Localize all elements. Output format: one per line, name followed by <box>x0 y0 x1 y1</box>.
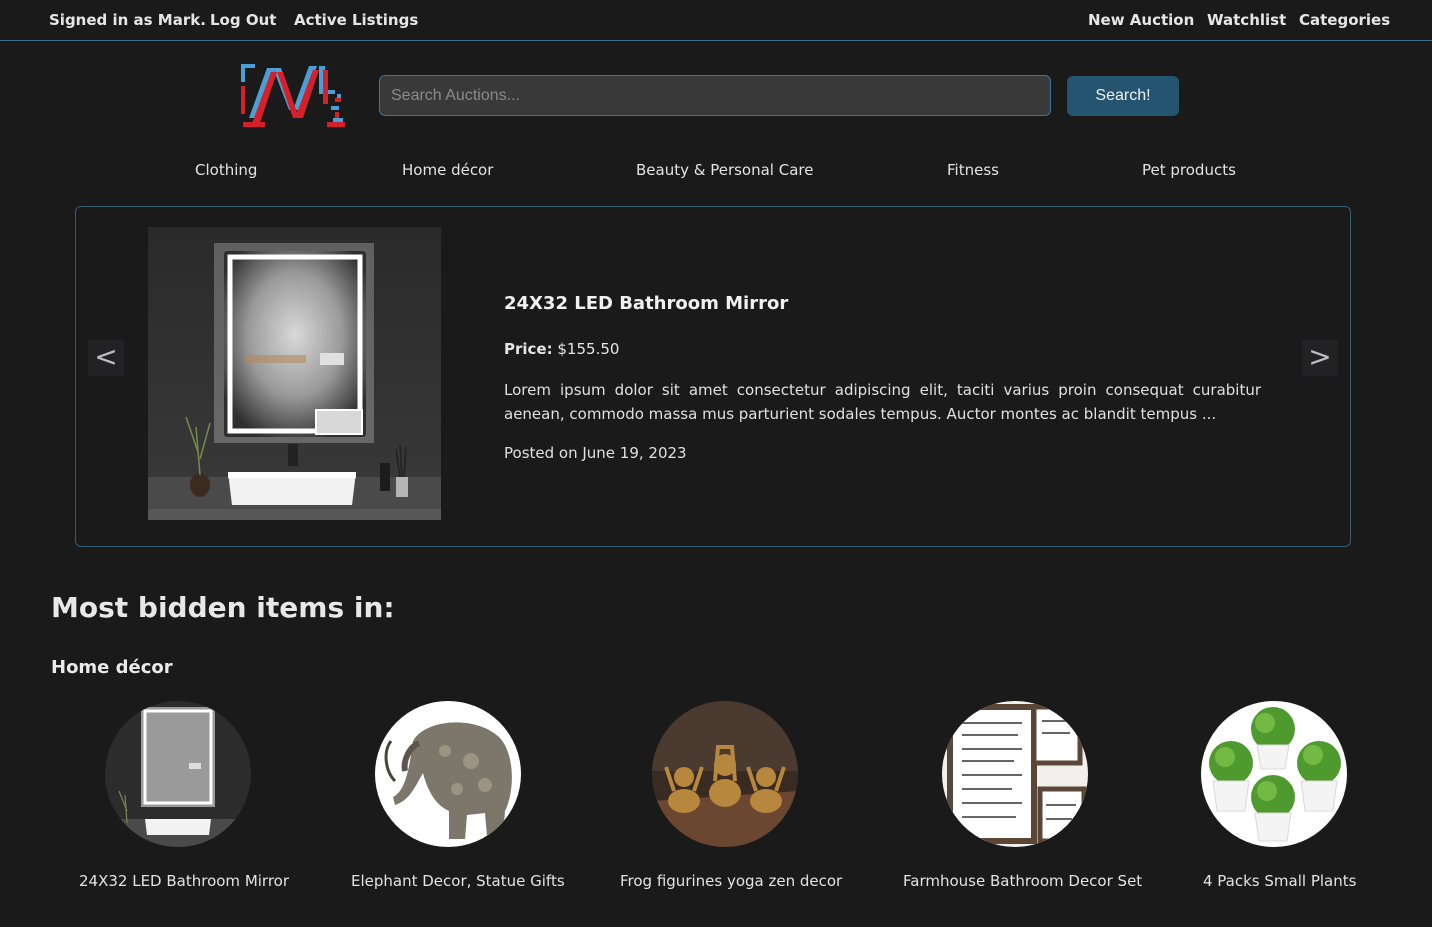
item-label[interactable]: Elephant Decor, Statue Gifts <box>351 872 565 890</box>
signed-in-text: Signed in as Mark. <box>49 11 206 29</box>
carousel-next-button[interactable]: > <box>1302 340 1338 376</box>
item-thumbnail[interactable] <box>652 701 798 847</box>
most-bidden-category: Home décor <box>51 657 173 678</box>
featured-description: Lorem ipsum dolor sit amet consectetur a… <box>504 381 1261 423</box>
item-label[interactable]: Frog figurines yoga zen decor <box>620 872 842 890</box>
item-thumbnail[interactable] <box>105 701 251 847</box>
logout-link[interactable]: Log Out <box>210 11 276 29</box>
category-beauty[interactable]: Beauty & Personal Care <box>636 161 813 179</box>
featured-posted-date: Posted on June 19, 2023 <box>504 444 687 462</box>
featured-price: Price: $155.50 <box>504 340 619 358</box>
watchlist-link[interactable]: Watchlist <box>1207 11 1286 29</box>
item-label[interactable]: Farmhouse Bathroom Decor Set <box>903 872 1142 890</box>
item-thumbnail[interactable] <box>1201 701 1347 847</box>
new-auction-link[interactable]: New Auction <box>1088 11 1194 29</box>
active-listings-link[interactable]: Active Listings <box>294 11 418 29</box>
site-logo[interactable] <box>237 60 349 132</box>
category-pet-products[interactable]: Pet products <box>1142 161 1236 179</box>
featured-image[interactable] <box>148 227 441 520</box>
price-value: $155.50 <box>557 340 620 358</box>
item-thumbnail[interactable] <box>375 701 521 847</box>
top-nav: Signed in as Mark. Log Out Active Listin… <box>0 0 1432 41</box>
item-label[interactable]: 4 Packs Small Plants <box>1203 872 1356 890</box>
most-bidden-heading: Most bidden items in: <box>51 591 395 624</box>
featured-title[interactable]: 24X32 LED Bathroom Mirror <box>504 293 788 314</box>
category-clothing[interactable]: Clothing <box>195 161 257 179</box>
categories-link[interactable]: Categories <box>1299 11 1390 29</box>
item-label[interactable]: 24X32 LED Bathroom Mirror <box>79 872 289 890</box>
price-label: Price: <box>504 340 553 358</box>
carousel-prev-button[interactable]: < <box>88 340 124 376</box>
category-home-decor[interactable]: Home décor <box>402 161 493 179</box>
category-fitness[interactable]: Fitness <box>947 161 999 179</box>
item-thumbnail[interactable] <box>942 701 1088 847</box>
search-button[interactable]: Search! <box>1067 76 1179 116</box>
search-input[interactable] <box>379 75 1051 116</box>
